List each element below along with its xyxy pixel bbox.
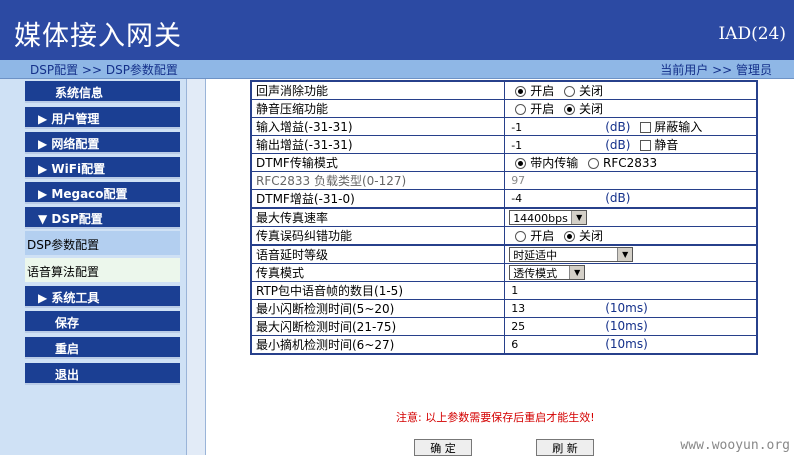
- main-content: 回声消除功能 开启 关闭 静音压缩功能 开启 关闭 输入增益(-31-31) -…: [206, 79, 794, 456]
- sidebar-item-voice-algo[interactable]: 语音算法配置: [25, 258, 180, 282]
- dtmf-gain-unit: (dB): [605, 191, 631, 206]
- sidebar-item-logout[interactable]: 退出: [25, 363, 180, 385]
- label-rfc2833-type: RFC2833 负载类型(0-127): [250, 171, 506, 190]
- row-echo-cancel: 回声消除功能 开启 关闭: [250, 80, 758, 100]
- rtp-frames-field[interactable]: 1: [509, 283, 602, 298]
- breadcrumb: DSP配置 >> DSP参数配置: [30, 63, 178, 77]
- sidebar: 系统信息 ▶ 用户管理 ▶ 网络配置 ▶ WiFi配置 ▶ Megaco配置 ▼…: [0, 79, 186, 455]
- row-dtmf-mode: DTMF传输模式 带内传输 RFC2833: [250, 153, 758, 172]
- label-dtmf-gain: DTMF增益(-31-0): [250, 189, 506, 209]
- frame-divider[interactable]: [186, 79, 206, 455]
- label-delay-level: 语音延时等级: [250, 244, 506, 264]
- fax-ecm-off-radio[interactable]: [564, 231, 576, 242]
- row-rtp-frames: RTP包中语音帧的数目(1-5) 1: [250, 281, 758, 300]
- fax-ecm-on-radio[interactable]: [515, 231, 527, 242]
- rfc2833-type-field[interactable]: 97: [509, 173, 602, 188]
- dtmf-rfc2833-radio[interactable]: [588, 158, 600, 169]
- chevron-down-icon: ▼: [569, 266, 585, 279]
- sidebar-item-dsp-params[interactable]: DSP参数配置: [25, 231, 180, 255]
- min-flash-unit: (10ms): [605, 301, 648, 316]
- output-gain-field[interactable]: -1: [509, 138, 602, 153]
- echo-cancel-off-radio[interactable]: [564, 86, 576, 97]
- dtmf-gain-field[interactable]: -4: [509, 191, 602, 206]
- label-echo-cancel: 回声消除功能: [250, 80, 506, 100]
- mute-checkbox[interactable]: [640, 140, 652, 151]
- row-delay-level: 语音延时等级 时延适中 ▼: [250, 244, 758, 264]
- sidebar-item-system-tools[interactable]: ▶ 系统工具: [25, 286, 180, 308]
- chevron-down-icon: ▼: [617, 248, 633, 261]
- row-fax-ecm: 传真误码纠错功能 开启 关闭: [250, 226, 758, 246]
- sidebar-item-dsp[interactable]: ▼ DSP配置: [25, 207, 180, 229]
- label-min-flash: 最小闪断检测时间(5~20): [250, 299, 506, 318]
- device-model: IAD(24): [718, 24, 786, 44]
- row-fax-mode: 传真模式 透传模式 ▼: [250, 263, 758, 282]
- min-onhook-field[interactable]: 6: [509, 337, 602, 352]
- min-flash-field[interactable]: 13: [509, 301, 602, 316]
- label-min-onhook: 最小摘机检测时间(6~27): [250, 335, 506, 355]
- label-fax-ecm: 传真误码纠错功能: [250, 226, 506, 246]
- fax-rate-select[interactable]: 14400bps ▼: [509, 210, 588, 225]
- row-fax-rate: 最大传真速率 14400bps ▼: [250, 207, 758, 227]
- label-dtmf-mode: DTMF传输模式: [250, 153, 506, 172]
- sidebar-item-system-info[interactable]: 系统信息: [25, 81, 180, 103]
- sidebar-item-reboot[interactable]: 重启: [25, 337, 180, 359]
- input-gain-unit: (dB): [605, 120, 631, 134]
- label-max-flash: 最大闪断检测时间(21-75): [250, 317, 506, 336]
- min-onhook-unit: (10ms): [605, 337, 648, 352]
- header-bar: 媒体接入网关 IAD(24): [0, 0, 794, 60]
- sidebar-item-user-mgmt[interactable]: ▶ 用户管理: [25, 107, 180, 129]
- restart-notice: 注意: 以上参数需要保存后重启才能生效!: [396, 411, 595, 424]
- sidebar-item-wifi[interactable]: ▶ WiFi配置: [25, 157, 180, 179]
- delay-level-select[interactable]: 时延适中 ▼: [509, 247, 634, 262]
- chevron-down-icon: ▼: [571, 211, 587, 224]
- watermark: www.wooyun.org: [680, 438, 790, 453]
- dtmf-inband-radio[interactable]: [515, 158, 527, 169]
- row-input-gain: 输入增益(-31-31) -1 (dB) 屏蔽输入: [250, 117, 758, 136]
- sidebar-item-network[interactable]: ▶ 网络配置: [25, 132, 180, 154]
- max-flash-field[interactable]: 25: [509, 319, 602, 334]
- current-user: 当前用户 >> 管理员: [660, 63, 772, 77]
- sidebar-item-megaco[interactable]: ▶ Megaco配置: [25, 182, 180, 204]
- label-fax-rate: 最大传真速率: [250, 207, 506, 227]
- silence-comp-on-radio[interactable]: [515, 104, 527, 115]
- app-title: 媒体接入网关: [14, 21, 182, 52]
- label-output-gain: 输出增益(-31-31): [250, 135, 506, 154]
- output-gain-unit: (dB): [605, 138, 631, 152]
- sidebar-item-save[interactable]: 保存: [25, 311, 180, 333]
- silence-comp-off-radio[interactable]: [564, 104, 576, 115]
- mute-input-checkbox[interactable]: [640, 122, 652, 133]
- row-min-onhook: 最小摘机检测时间(6~27) 6 (10ms): [250, 335, 758, 355]
- row-output-gain: 输出增益(-31-31) -1 (dB) 静音: [250, 135, 758, 154]
- echo-cancel-on-radio[interactable]: [515, 86, 527, 97]
- label-silence-comp: 静音压缩功能: [250, 99, 506, 118]
- label-fax-mode: 传真模式: [250, 263, 506, 282]
- fax-mode-select[interactable]: 透传模式 ▼: [509, 265, 586, 280]
- dsp-params-table: 回声消除功能 开启 关闭 静音压缩功能 开启 关闭 输入增益(-31-31) -…: [250, 80, 758, 355]
- confirm-button[interactable]: 确 定: [414, 439, 472, 456]
- label-rtp-frames: RTP包中语音帧的数目(1-5): [250, 281, 506, 300]
- row-max-flash: 最大闪断检测时间(21-75) 25 (10ms): [250, 317, 758, 336]
- row-rfc2833-type: RFC2833 负载类型(0-127) 97: [250, 171, 758, 190]
- row-silence-comp: 静音压缩功能 开启 关闭: [250, 99, 758, 118]
- label-input-gain: 输入增益(-31-31): [250, 117, 506, 136]
- breadcrumb-bar: DSP配置 >> DSP参数配置 当前用户 >> 管理员: [0, 60, 794, 79]
- row-dtmf-gain: DTMF增益(-31-0) -4 (dB): [250, 189, 758, 209]
- max-flash-unit: (10ms): [605, 319, 648, 334]
- row-min-flash: 最小闪断检测时间(5~20) 13 (10ms): [250, 299, 758, 318]
- refresh-button[interactable]: 刷 新: [536, 439, 594, 456]
- input-gain-field[interactable]: -1: [509, 120, 602, 135]
